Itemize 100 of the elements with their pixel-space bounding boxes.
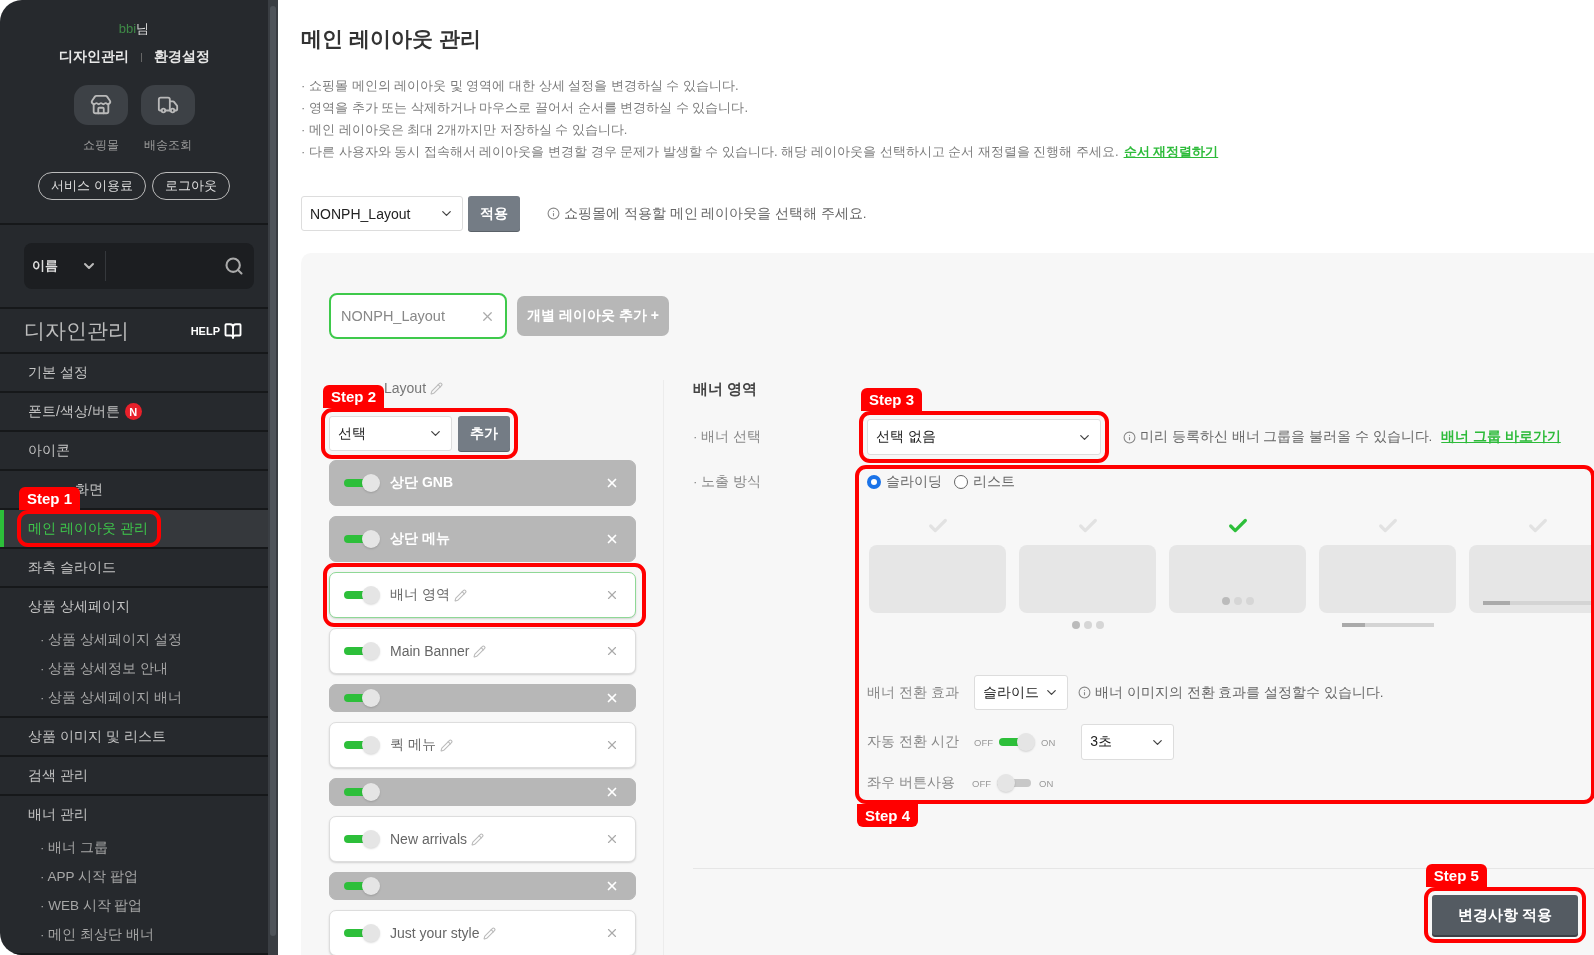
shortcut-button[interactable] [73,85,128,125]
toggle-switch[interactable] [344,924,380,942]
field-label: 자동 전환 시간 [867,733,960,751]
menu-item[interactable]: 상품 상세페이지 [28,597,130,616]
area-select[interactable]: 선택 [329,416,452,451]
toggle-switch[interactable] [344,689,380,707]
layout-area[interactable]: 퀵 메뉴 [329,722,636,768]
submenu-item[interactable]: · 상품 상세정보 안내 [40,659,168,678]
store-icon [89,94,112,116]
pencil-icon[interactable] [430,381,444,395]
top-link[interactable]: 디자인관리 [58,48,129,66]
effect-select[interactable]: 슬라이드 [974,675,1068,710]
search-field[interactable]: 이름 [24,243,254,289]
step-label: Step 5 [1425,864,1487,887]
close-button[interactable] [605,785,619,799]
banner-select[interactable]: 선택 없음 [867,419,1101,455]
layout-area[interactable]: New arrivals [329,816,636,862]
pager-dots [1071,621,1104,629]
toggle-switch[interactable] [344,830,380,848]
off-label: OFF [972,777,991,789]
add-button[interactable]: 추가 [458,416,510,451]
menu-item[interactable]: 좌측 슬라이드 [28,558,116,577]
help-label[interactable]: HELP [190,324,220,337]
description-text: · 영역을 추가 또는 삭제하거나 마우스로 끌어서 순서를 변경하실 수 있습니다. [301,99,750,116]
close-button[interactable] [605,476,619,490]
toggle-switch[interactable] [344,642,380,660]
pencil-icon[interactable] [453,588,467,602]
close-button[interactable] [605,691,619,705]
submenu-item[interactable]: · WEB 시작 팝업 [40,896,143,915]
layout-select[interactable]: NONPH_Layout [301,196,463,231]
submenu-item[interactable]: · APP 시작 팝업 [40,867,138,886]
description-text: · 메인 레이아웃은 최대 2개까지만 저장하실 수 있습니다. [301,121,629,138]
apply-button[interactable]: 적용 [468,196,520,231]
toggle-switch[interactable] [999,733,1035,751]
area-name: 배너 영역 [390,586,467,604]
submenu-item[interactable]: · 상품 상세페이지 배너 [40,688,182,707]
close-button[interactable] [605,588,619,602]
close-button[interactable] [605,832,619,846]
field-label: · 노출 방식 [693,473,762,491]
radio-option[interactable]: 리스트 [954,473,1015,491]
toggle-switch[interactable] [344,736,380,754]
close-button[interactable] [605,738,619,752]
shortcut-button[interactable] [140,85,195,125]
area-name: New arrivals [390,831,484,847]
layout-area[interactable] [329,872,636,900]
close-button[interactable] [605,879,619,893]
menu-item[interactable]: 폰트/색상/버튼 N [28,402,142,421]
layout-area[interactable]: Main Banner [329,628,636,674]
pencil-icon[interactable] [439,738,453,752]
toggle-switch[interactable] [344,530,380,548]
info-icon [1123,430,1136,444]
top-link[interactable]: 환경설정 [153,48,210,66]
pencil-icon[interactable] [471,832,484,846]
toggle-switch[interactable] [344,877,380,895]
toggle-switch[interactable] [997,774,1033,792]
on-label: ON [1041,736,1056,748]
layout-area[interactable]: Just your style [329,910,636,955]
section-title: 디자인관리 [24,317,129,344]
save-changes-button[interactable]: 변경사항 적용 [1431,895,1578,935]
menu-item[interactable]: 배너 관리 [28,805,88,824]
filter-select[interactable]: 이름 [32,257,58,275]
field-label: · 배너 선택 [693,428,762,446]
toggle-switch[interactable] [344,474,380,492]
pencil-icon[interactable] [473,644,487,658]
submenu-item[interactable]: · 배너 그룹 [40,838,108,857]
close-button[interactable] [605,926,619,940]
book-icon[interactable] [224,321,242,340]
field-label: 좌우 버튼사용 [867,774,956,792]
menu-item[interactable]: 아이콘 [28,441,70,460]
interval-select[interactable]: 3초 [1081,724,1175,760]
step-label: Step 4 [857,804,918,827]
field-label: 배너 전환 효과 [867,683,960,702]
hint-text: 배너 이미지의 전환 효과를 설정할수 있습니다. [1078,683,1384,702]
pencil-icon[interactable] [483,926,497,940]
area-name: 퀵 메뉴 [390,736,453,754]
description-text: · 다른 사용자와 동시 접속해서 레이아웃을 변경할 경우 문제가 발생할 수 있습니다. 해당 레이아웃을 선택하시고 순서 재정렬을 진행해 주세요. 순서 재정렬하기 [301,143,1220,160]
layout-tab[interactable]: NONPH_Layout [329,293,507,339]
close-button[interactable] [605,644,619,658]
info-icon [1078,686,1091,699]
menu-item[interactable]: 검색 관리 [28,766,88,785]
radio-option[interactable]: 슬라이딩 [867,473,942,491]
menu-item[interactable]: 상품 이미지 및 리스트 [28,727,166,746]
area-name: 상단 GNB [390,474,453,492]
close-button[interactable] [605,532,619,546]
info-icon [547,207,560,220]
submenu-item[interactable]: · 상품 상세페이지 설정 [40,630,182,649]
layout-area[interactable]: 배너 영역 [329,572,636,618]
layout-area[interactable] [329,684,636,712]
layout-area[interactable] [329,778,636,806]
search-icon[interactable] [224,256,244,276]
menu-item[interactable]: 기본 설정 [28,363,88,382]
step-label: Step 3 [861,388,922,411]
page-title: 메인 레이아웃 관리 [301,26,482,52]
hint-text: 쇼핑몰에 적용할 메인 레이아웃을 선택해 주세요. [547,204,867,223]
toggle-switch[interactable] [344,586,380,604]
toggle-switch[interactable] [344,783,380,801]
banner-style-option[interactable] [1469,545,1594,613]
user-greeting: bbi님 [118,20,150,38]
off-label: OFF [974,736,993,748]
submenu-item[interactable]: · 메인 최상단 배너 [40,925,154,944]
